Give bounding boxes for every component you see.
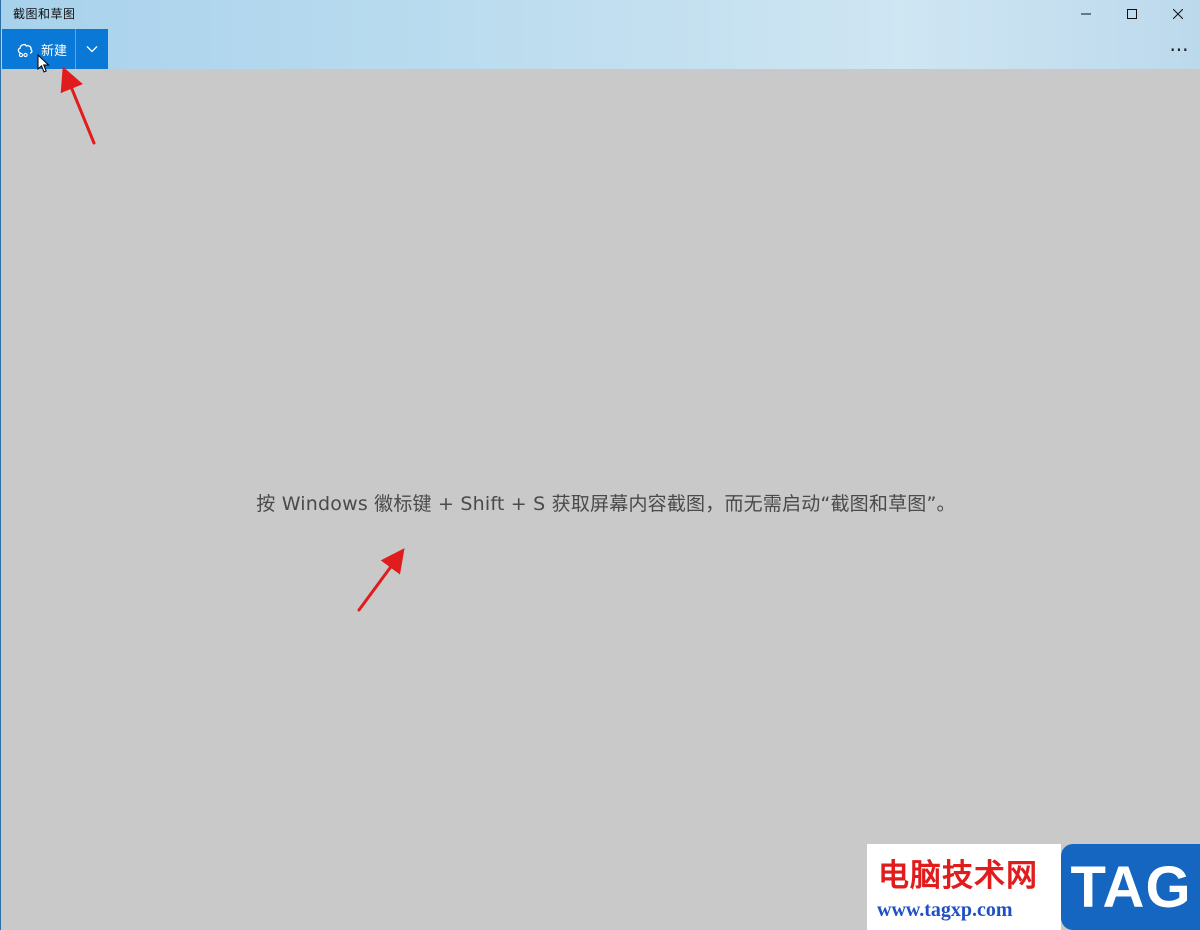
- watermark-tag-logo: TAG: [1061, 844, 1200, 930]
- more-options-button[interactable]: ···: [1167, 38, 1191, 62]
- watermark-text-panel: 电脑技术网 www.tagxp.com: [867, 844, 1061, 930]
- new-snip-dropdown-button[interactable]: [76, 29, 108, 69]
- minimize-button[interactable]: [1063, 0, 1109, 28]
- close-button[interactable]: [1155, 0, 1200, 28]
- app-title: 截图和草图: [13, 7, 76, 21]
- title-bar[interactable]: 截图和草图 新建 ···: [1, 0, 1200, 69]
- snip-and-sketch-window: 截图和草图 新建 ··· 按 Windows 徽标键 + Shift + S 获…: [0, 0, 1200, 930]
- annotation-overlay: [60, 66, 405, 612]
- chevron-down-icon: [86, 46, 98, 53]
- annotation-arrow-hint: [357, 548, 405, 612]
- maximize-button[interactable]: [1109, 0, 1155, 28]
- mouse-cursor-icon: [37, 54, 50, 73]
- minimize-icon: [1081, 13, 1091, 15]
- watermark-site-name: 电脑技术网: [878, 858, 1038, 894]
- window-controls: [1063, 0, 1200, 28]
- watermark-url: www.tagxp.com: [877, 899, 1013, 921]
- new-snip-split-button: 新建: [2, 29, 108, 69]
- watermark: 电脑技术网 www.tagxp.com TAG: [867, 844, 1200, 930]
- close-icon: [1173, 9, 1183, 19]
- snip-icon: [17, 43, 33, 58]
- shortcut-hint-text: 按 Windows 徽标键 + Shift + S 获取屏幕内容截图，而无需启动…: [256, 493, 956, 515]
- annotation-arrow-new: [60, 66, 96, 145]
- maximize-icon: [1127, 9, 1137, 19]
